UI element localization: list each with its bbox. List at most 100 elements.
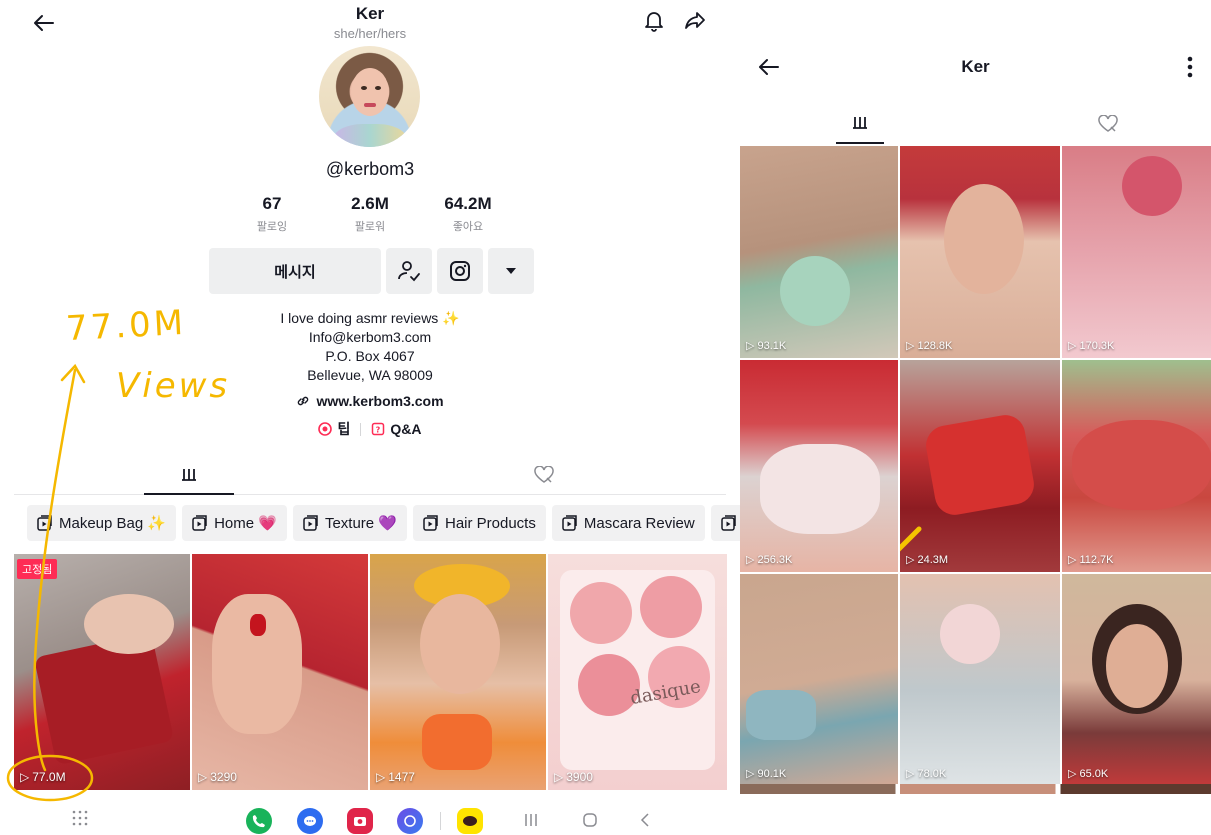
video-thumbnail[interactable]: ▷ 65.0K bbox=[1062, 574, 1211, 786]
video-thumbnail[interactable]: ▷ 78.0K bbox=[900, 574, 1060, 786]
recents-nav-icon[interactable] bbox=[524, 812, 538, 833]
bell-icon[interactable] bbox=[640, 6, 668, 36]
messages-app-icon[interactable] bbox=[297, 808, 323, 834]
svg-text:?: ? bbox=[376, 426, 381, 435]
play-icon: ▷ bbox=[376, 770, 386, 784]
qa-label: Q&A bbox=[390, 421, 422, 437]
profile-name: Ker bbox=[961, 57, 990, 76]
playlist-icon bbox=[562, 515, 577, 531]
view-count-text: 170.3K bbox=[1079, 339, 1115, 352]
stat-label: 팔로워 bbox=[354, 221, 386, 233]
system-nav-bar bbox=[0, 800, 740, 835]
tab-liked[interactable] bbox=[1084, 104, 1132, 144]
browser-app-icon[interactable] bbox=[397, 808, 423, 834]
view-count: ▷ 112.7K bbox=[1068, 553, 1114, 567]
caret-down-icon bbox=[506, 268, 516, 274]
palette-pan bbox=[640, 576, 702, 638]
view-count: ▷ 3900 bbox=[554, 770, 593, 784]
phone-app-icon[interactable] bbox=[246, 808, 272, 834]
kakaotalk-app-icon[interactable] bbox=[457, 808, 483, 834]
mask-shape bbox=[746, 690, 816, 740]
annotation-text: Views bbox=[116, 366, 231, 406]
stat-likes[interactable]: 64.2M 좋아요 bbox=[418, 194, 518, 234]
video-thumbnail[interactable]: ▷ 128.8K bbox=[900, 146, 1060, 358]
video-thumbnail[interactable]: ▷ 93.1K bbox=[740, 146, 898, 358]
annotation-text: 77.0M bbox=[65, 302, 188, 350]
tab-liked[interactable] bbox=[499, 455, 589, 495]
playlist-chip[interactable]: Hair Products bbox=[412, 505, 546, 541]
hidden-heart-icon bbox=[534, 466, 554, 483]
video-thumbnail[interactable]: ▷ 1477 bbox=[370, 554, 546, 790]
profile-tabs bbox=[740, 104, 1211, 144]
view-count-text: 256.3K bbox=[757, 553, 793, 566]
video-thumbnail[interactable]: ▷ 90.1K bbox=[740, 574, 898, 786]
qa-chip[interactable]: ? Q&A bbox=[371, 421, 422, 437]
view-count-text: 90.1K bbox=[757, 767, 787, 780]
view-count-text: 78.0K bbox=[917, 767, 947, 780]
playlist-label: Hair Products bbox=[444, 514, 536, 532]
profile-stats: 67 팔로잉 2.6M 팔로워 64.2M 좋아요 bbox=[0, 194, 740, 238]
more-vertical-icon[interactable] bbox=[1178, 52, 1202, 82]
qa-icon: ? bbox=[372, 422, 385, 436]
more-options-button[interactable] bbox=[488, 248, 534, 294]
palette-pan bbox=[578, 654, 640, 716]
home-nav-icon[interactable] bbox=[582, 812, 598, 833]
instagram-button[interactable] bbox=[437, 248, 483, 294]
message-button[interactable]: 메시지 bbox=[209, 248, 381, 294]
playlist-label: Mascara Review bbox=[583, 514, 695, 532]
stat-followers[interactable]: 2.6M 팔로워 bbox=[320, 194, 420, 234]
pad-shape bbox=[940, 604, 1000, 664]
tab-videos[interactable] bbox=[836, 104, 884, 144]
view-count: ▷ 78.0K bbox=[906, 767, 947, 781]
tips-chip[interactable]: 팁 bbox=[318, 419, 350, 439]
following-status-button[interactable] bbox=[386, 248, 432, 294]
view-count-text: 128.8K bbox=[917, 339, 953, 352]
view-count: ▷ 256.3K bbox=[746, 553, 793, 567]
hidden-heart-icon bbox=[1098, 115, 1118, 132]
website-link[interactable]: www.kerbom3.com bbox=[316, 393, 443, 409]
video-thumbnail[interactable]: ▷ 24.3M bbox=[900, 360, 1060, 572]
camera-app-icon[interactable] bbox=[347, 808, 373, 834]
lip-mask-shape bbox=[760, 444, 880, 534]
video-grid: ▷ 93.1K ▷ 128.8K ▷ 170.3K ▷ 256.3K ▷ 24.3M ▷ 1… bbox=[740, 146, 1211, 786]
lips-shape bbox=[1072, 420, 1211, 510]
tips-label: 팁 bbox=[337, 421, 351, 437]
jar-shape bbox=[422, 714, 492, 770]
stat-value: 67 bbox=[262, 194, 282, 213]
avatar[interactable] bbox=[319, 46, 420, 147]
view-count: ▷ 93.1K bbox=[746, 339, 786, 353]
view-count-text: 24.3M bbox=[917, 553, 949, 566]
play-icon: ▷ bbox=[906, 768, 915, 780]
video-thumbnail[interactable]: ▷ 170.3K bbox=[1062, 146, 1211, 358]
playlist-icon bbox=[303, 515, 318, 531]
video-thumbnail[interactable]: ▷ 256.3K bbox=[740, 360, 898, 572]
view-count-text: 65.0K bbox=[1079, 767, 1109, 780]
view-count: ▷ 24.3M bbox=[906, 553, 949, 567]
stat-following[interactable]: 67 팔로잉 bbox=[222, 194, 322, 234]
video-thumbnail[interactable]: dasique ▷ 3900 bbox=[548, 554, 727, 790]
app-drawer-icon[interactable] bbox=[72, 810, 88, 831]
roller-shape bbox=[780, 256, 850, 326]
tip-icon bbox=[318, 422, 333, 436]
play-icon: ▷ bbox=[554, 770, 564, 784]
back-nav-icon[interactable] bbox=[640, 812, 650, 833]
divider bbox=[360, 422, 362, 436]
play-icon: ▷ bbox=[1068, 340, 1077, 352]
user-check-icon bbox=[398, 261, 420, 282]
profile-name: Ker bbox=[355, 4, 385, 23]
face-shape bbox=[1106, 624, 1168, 708]
share-icon[interactable] bbox=[680, 6, 710, 36]
play-icon: ▷ bbox=[1068, 554, 1077, 566]
playlist-icon bbox=[720, 515, 736, 531]
play-icon: ▷ bbox=[746, 340, 755, 352]
stat-label: 팔로잉 bbox=[256, 221, 288, 233]
profile-handle: @kerbom3 bbox=[325, 159, 415, 179]
view-count-text: 3900 bbox=[566, 770, 593, 784]
play-icon: ▷ bbox=[1068, 768, 1077, 780]
playlist-chip[interactable]: Texture 💜 bbox=[292, 505, 407, 541]
playlist-chip[interactable] bbox=[710, 505, 740, 541]
video-thumbnail[interactable]: ▷ 112.7K bbox=[1062, 360, 1211, 572]
view-count-text: 1477 bbox=[388, 770, 415, 784]
grid-lines-icon bbox=[853, 117, 867, 129]
playlist-chip[interactable]: Mascara Review bbox=[551, 505, 705, 541]
